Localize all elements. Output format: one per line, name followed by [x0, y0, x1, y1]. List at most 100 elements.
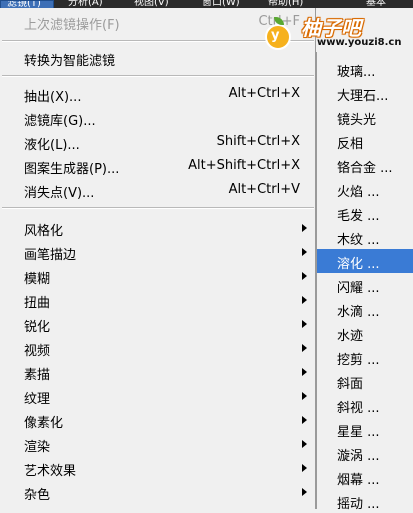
menu-item-label: 纹理 [24, 392, 51, 407]
submenu-item-label: 大理石... [337, 89, 389, 104]
menu-item-blur[interactable]: 模糊 [0, 264, 316, 288]
submenu-item-label: 星星 ... [337, 425, 380, 440]
submenu-item-label: 斜面 [337, 377, 364, 392]
submenu-item-melt[interactable]: 溶化 ... [317, 249, 413, 273]
menu-item-label: 消失点(V)... [24, 186, 95, 201]
watermark-logo: y 柚子吧 www.youzi8.cn [257, 10, 410, 54]
menu-item-label: 上次滤镜操作(F) [24, 18, 120, 33]
submenu-item-label: 烟幕 ... [337, 473, 380, 488]
submenu-item-cutout[interactable]: 挖剪 ... [317, 345, 413, 369]
menu-item-label: 转换为智能滤镜 [24, 54, 116, 69]
submenu-item-glass[interactable]: 玻璃... [317, 57, 413, 81]
submenu-item-lens-flare[interactable]: 镜头光 [317, 105, 413, 129]
submenu-item-invert[interactable]: 反相 [317, 129, 413, 153]
submenu-item-label: 火焰 ... [337, 185, 380, 200]
menu-item-label: 画笔描边 [24, 248, 77, 263]
menu-item-pixelate[interactable]: 像素化 [0, 408, 316, 432]
submenu-item-label: 挖剪 ... [337, 353, 380, 368]
submenu-item-swirl[interactable]: 漩涡 ... [317, 441, 413, 465]
menu-item-render[interactable]: 渲染 [0, 432, 316, 456]
menubar: 滤镜(T) 分析(A) 视图(V) 窗口(W) 帮助(H) 基本 [0, 0, 413, 10]
menu-item-pattern-maker[interactable]: 图案生成器(P)... Alt+Shift+Ctrl+X [0, 154, 316, 178]
menubar-item-window[interactable]: 窗口(W) [196, 0, 268, 8]
submenu-arrow-icon [302, 248, 307, 256]
menu-item-texture[interactable]: 纹理 [0, 384, 316, 408]
menu-item-extract[interactable]: 抽出(X)... Alt+Ctrl+X [0, 82, 316, 106]
menu-item-shortcut: Alt+Ctrl+V [228, 182, 300, 197]
menu-item-video[interactable]: 视频 [0, 336, 316, 360]
submenu-item-label: 水滴 ... [337, 305, 380, 320]
menubar-item-help[interactable]: 帮助(H) [262, 0, 334, 8]
submenu-arrow-icon [302, 368, 307, 376]
menu-item-label: 滤镜库(G)... [24, 114, 96, 129]
submenu-arrow-icon [302, 272, 307, 280]
menu-item-filter-gallery[interactable]: 滤镜库(G)... [0, 106, 316, 130]
menu-item-label: 杂色 [24, 488, 51, 503]
menu-item-brush-strokes[interactable]: 画笔描边 [0, 240, 316, 264]
submenu-arrow-icon [302, 440, 307, 448]
menubar-item-analysis[interactable]: 分析(A) [62, 0, 134, 8]
submenu-arrow-icon [302, 488, 307, 496]
submenu-item-flame[interactable]: 火焰 ... [317, 177, 413, 201]
filter-menu: 上次滤镜操作(F) Ctrl+F 转换为智能滤镜 抽出(X)... Alt+Ct… [0, 8, 316, 509]
menu-item-sketch[interactable]: 素描 [0, 360, 316, 384]
submenu-item-label: 毛发 ... [337, 209, 380, 224]
menu-item-noise[interactable]: 杂色 [0, 480, 316, 504]
menu-item-label: 液化(L)... [24, 138, 80, 153]
submenu-item-oblique-view[interactable]: 斜视 ... [317, 393, 413, 417]
submenu-arrow-icon [302, 392, 307, 400]
menu-separator [2, 207, 314, 209]
menu-item-label: 像素化 [24, 416, 64, 431]
submenu-arrow-icon [302, 296, 307, 304]
submenu-item-stars[interactable]: 星星 ... [317, 417, 413, 441]
menu-item-label: 渲染 [24, 440, 51, 455]
menu-item-vanishing-point[interactable]: 消失点(V)... Alt+Ctrl+V [0, 178, 316, 202]
menu-item-label: 抽出(X)... [24, 90, 82, 105]
submenu-arrow-icon [302, 320, 307, 328]
menu-item-stylize[interactable]: 风格化 [0, 216, 316, 240]
submenu-item-smoke[interactable]: 烟幕 ... [317, 465, 413, 489]
submenu-item-sparkle[interactable]: 闪耀 ... [317, 273, 413, 297]
menu-item-shortcut: Alt+Ctrl+X [228, 86, 300, 101]
submenu-item-bevel[interactable]: 斜面 [317, 369, 413, 393]
submenu-arrow-icon [302, 416, 307, 424]
menu-item-label: 锐化 [24, 320, 51, 335]
submenu-item-water-drop[interactable]: 水滴 ... [317, 297, 413, 321]
submenu-item-water-stain[interactable]: 水迹 [317, 321, 413, 345]
menu-item-artistic[interactable]: 艺术效果 [0, 456, 316, 480]
watermark-url: www.youzi8.cn [317, 37, 402, 48]
logo-badge-letter: y [271, 28, 280, 43]
submenu-item-chrome[interactable]: 铬合金 ... [317, 153, 413, 177]
submenu-item-label: 玻璃... [337, 65, 376, 80]
submenu-item-marble[interactable]: 大理石... [317, 81, 413, 105]
menu-item-label: 艺术效果 [24, 464, 77, 479]
submenu-item-label: 水迹 [337, 329, 364, 344]
menu-item-label: 扭曲 [24, 296, 51, 311]
menu-item-label: 模糊 [24, 272, 51, 287]
submenu-item-shake[interactable]: 摇动 ... [317, 489, 413, 513]
submenu-item-label: 铬合金 ... [337, 161, 393, 176]
menu-item-sharpen[interactable]: 锐化 [0, 312, 316, 336]
submenu-item-fur[interactable]: 毛发 ... [317, 201, 413, 225]
menu-item-liquify[interactable]: 液化(L)... Shift+Ctrl+X [0, 130, 316, 154]
submenu-arrow-icon [302, 344, 307, 352]
submenu-arrow-icon [302, 224, 307, 232]
workspace-label: 基本 [366, 0, 386, 8]
menu-item-distort[interactable]: 扭曲 [0, 288, 316, 312]
menu-item-shortcut: Alt+Shift+Ctrl+X [188, 158, 300, 173]
submenu-item-label: 摇动 ... [337, 497, 380, 512]
submenu-item-label: 斜视 ... [337, 401, 380, 416]
menu-item-label: 风格化 [24, 224, 64, 239]
menu-separator [2, 75, 314, 77]
submenu-item-label: 溶化 ... [337, 257, 380, 272]
menu-item-label: 图案生成器(P)... [24, 162, 120, 177]
submenu-item-label: 反相 [337, 137, 364, 152]
menu-item-label: 视频 [24, 344, 51, 359]
submenu-item-label: 闪耀 ... [337, 281, 380, 296]
submenu-item-wood-grain[interactable]: 木纹 ... [317, 225, 413, 249]
submenu-arrow-icon [302, 464, 307, 472]
menu-item-label: 素描 [24, 368, 51, 383]
menubar-item-view[interactable]: 视图(V) [128, 0, 200, 8]
menu-item-shortcut: Shift+Ctrl+X [216, 134, 300, 149]
submenu-item-label: 木纹 ... [337, 233, 380, 248]
